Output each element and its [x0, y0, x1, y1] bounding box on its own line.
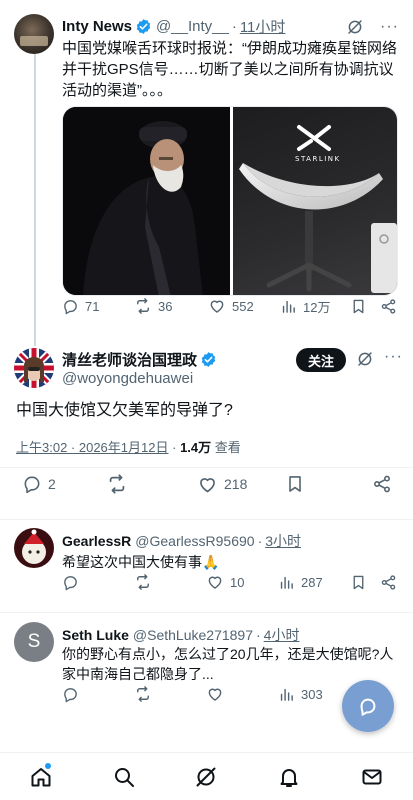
tweet-text: 希望这次中国大使有事🙏: [62, 554, 220, 570]
views-icon: [278, 574, 295, 591]
divider: [0, 467, 413, 468]
more-options-button[interactable]: ···: [384, 348, 403, 366]
reply-count: 2: [48, 476, 56, 492]
views-button[interactable]: 287: [278, 574, 323, 591]
parent-tweet[interactable]: Inty News @__Inty__ · 11小时 ··· 中国党媒喉舌环球时…: [0, 0, 413, 346]
retweet-icon: [134, 297, 152, 315]
grok-icon[interactable]: [356, 350, 374, 368]
more-options-button[interactable]: ···: [380, 18, 399, 36]
bookmark-icon[interactable]: [285, 474, 305, 494]
tweet-time[interactable]: 4小时: [264, 625, 300, 645]
tweet-timestamp[interactable]: 上午3:02 · 2026年1月12日: [16, 440, 168, 455]
like-icon: [208, 297, 226, 315]
like-button[interactable]: 10: [206, 573, 244, 591]
avatar[interactable]: [14, 348, 54, 388]
separator: ·: [172, 440, 177, 455]
tweet-text: 中国党媒喉舌环球时报说：“伊朗成功瘫痪星链网络并干扰GPS信号……切断了美以之间…: [62, 40, 397, 99]
author-handle[interactable]: @SethLuke271897: [133, 627, 253, 643]
notification-dot: [45, 762, 52, 769]
avatar[interactable]: S: [14, 622, 54, 662]
verified-badge-icon: [135, 18, 152, 35]
retweet-icon[interactable]: [134, 685, 152, 703]
author-handle[interactable]: @GearlessR95690: [135, 533, 254, 549]
photo-right[interactable]: STARLINK: [233, 107, 397, 295]
views-count: 1.4万: [180, 440, 212, 455]
separator: ·: [257, 533, 263, 549]
reply-button[interactable]: 71: [62, 298, 99, 315]
bottom-nav: [0, 752, 413, 800]
share-icon[interactable]: [380, 574, 397, 591]
reply-button[interactable]: 2: [22, 474, 56, 494]
retweet-count: 36: [158, 298, 173, 314]
divider: [0, 612, 413, 613]
like-count: 552: [232, 298, 254, 314]
reply-icon[interactable]: [62, 686, 79, 703]
like-button[interactable]: 218: [197, 474, 247, 495]
like-icon: [197, 474, 218, 495]
reply-icon: [22, 474, 42, 494]
views-button[interactable]: 12万: [280, 297, 330, 316]
tweet-time[interactable]: 11小时: [240, 16, 286, 37]
retweet-icon[interactable]: [134, 573, 152, 591]
tweet-media[interactable]: STARLINK: [62, 106, 398, 296]
mail-icon: [360, 765, 384, 789]
photo-left[interactable]: [63, 107, 230, 295]
nav-home[interactable]: [21, 757, 61, 797]
share-icon[interactable]: [372, 474, 392, 494]
author-name[interactable]: Seth Luke: [62, 627, 129, 643]
views-label: 查看: [214, 440, 241, 455]
reply-icon: [62, 298, 79, 315]
tweet-header: Inty News @__Inty__ · 11小时 ···: [62, 16, 399, 37]
reply-count: 71: [85, 298, 100, 314]
separator: ·: [256, 627, 261, 643]
nav-notifications[interactable]: [269, 757, 309, 797]
tweet-text: 中国大使馆又欠美军的导弹了?: [16, 402, 233, 419]
bell-icon: [277, 765, 301, 789]
bookmark-icon[interactable]: [350, 574, 367, 591]
grok-icon: [194, 765, 218, 789]
reply-tweet[interactable]: GearlessR @GearlessR95690 · 3小时 希望这次中国大使…: [0, 520, 413, 612]
avatar[interactable]: [14, 14, 54, 54]
like-count: 218: [224, 476, 248, 492]
author-handle[interactable]: @__Inty__: [156, 18, 229, 35]
author-handle[interactable]: @woyongdehuawei: [62, 370, 193, 387]
views-count: 303: [301, 686, 323, 702]
starlink-logo-text: STARLINK: [295, 155, 341, 163]
bookmark-icon[interactable]: [350, 298, 367, 315]
tweet-time[interactable]: 3小时: [265, 531, 301, 551]
thread-line: [34, 54, 36, 346]
retweet-button[interactable]: 36: [134, 297, 172, 315]
verified-badge-icon: [200, 351, 217, 368]
avatar[interactable]: [14, 528, 54, 568]
tweet-text: 你的野心有点小，怎么过了20几年，还是大使馆呢?人家中南海自己都隐身了...: [62, 646, 394, 682]
compose-reply-button[interactable]: [342, 680, 394, 732]
tweet-meta: 上午3:02 · 2026年1月12日 · 1.4万 查看: [16, 437, 241, 456]
nav-grok[interactable]: [186, 757, 226, 797]
retweet-button[interactable]: [106, 473, 128, 495]
like-icon[interactable]: [206, 685, 224, 703]
share-icon[interactable]: [380, 298, 397, 315]
separator: ·: [231, 18, 237, 35]
tweet-header: Seth Luke @SethLuke271897 · 4小时: [62, 625, 299, 645]
follow-button[interactable]: 关注: [296, 348, 346, 372]
author-name[interactable]: 清丝老师谈治国理政: [62, 349, 197, 370]
reply-icon[interactable]: [62, 574, 79, 591]
grok-icon[interactable]: [346, 18, 364, 36]
author-name[interactable]: GearlessR: [62, 533, 131, 549]
views-count: 287: [301, 574, 323, 590]
search-icon: [112, 765, 136, 789]
nav-messages[interactable]: [352, 757, 392, 797]
views-count: 12万: [303, 299, 331, 315]
author-name-row: 清丝老师谈治国理政: [62, 349, 217, 370]
author-name[interactable]: Inty News: [62, 18, 132, 35]
like-count: 10: [230, 574, 245, 590]
compose-icon: [357, 695, 379, 717]
tweet-header: GearlessR @GearlessR95690 · 3小时: [62, 531, 301, 551]
like-button[interactable]: 552: [208, 297, 254, 315]
nav-search[interactable]: [104, 757, 144, 797]
views-button[interactable]: 303: [278, 686, 323, 703]
like-icon: [206, 573, 224, 591]
views-icon: [280, 298, 297, 315]
views-icon: [278, 686, 295, 703]
